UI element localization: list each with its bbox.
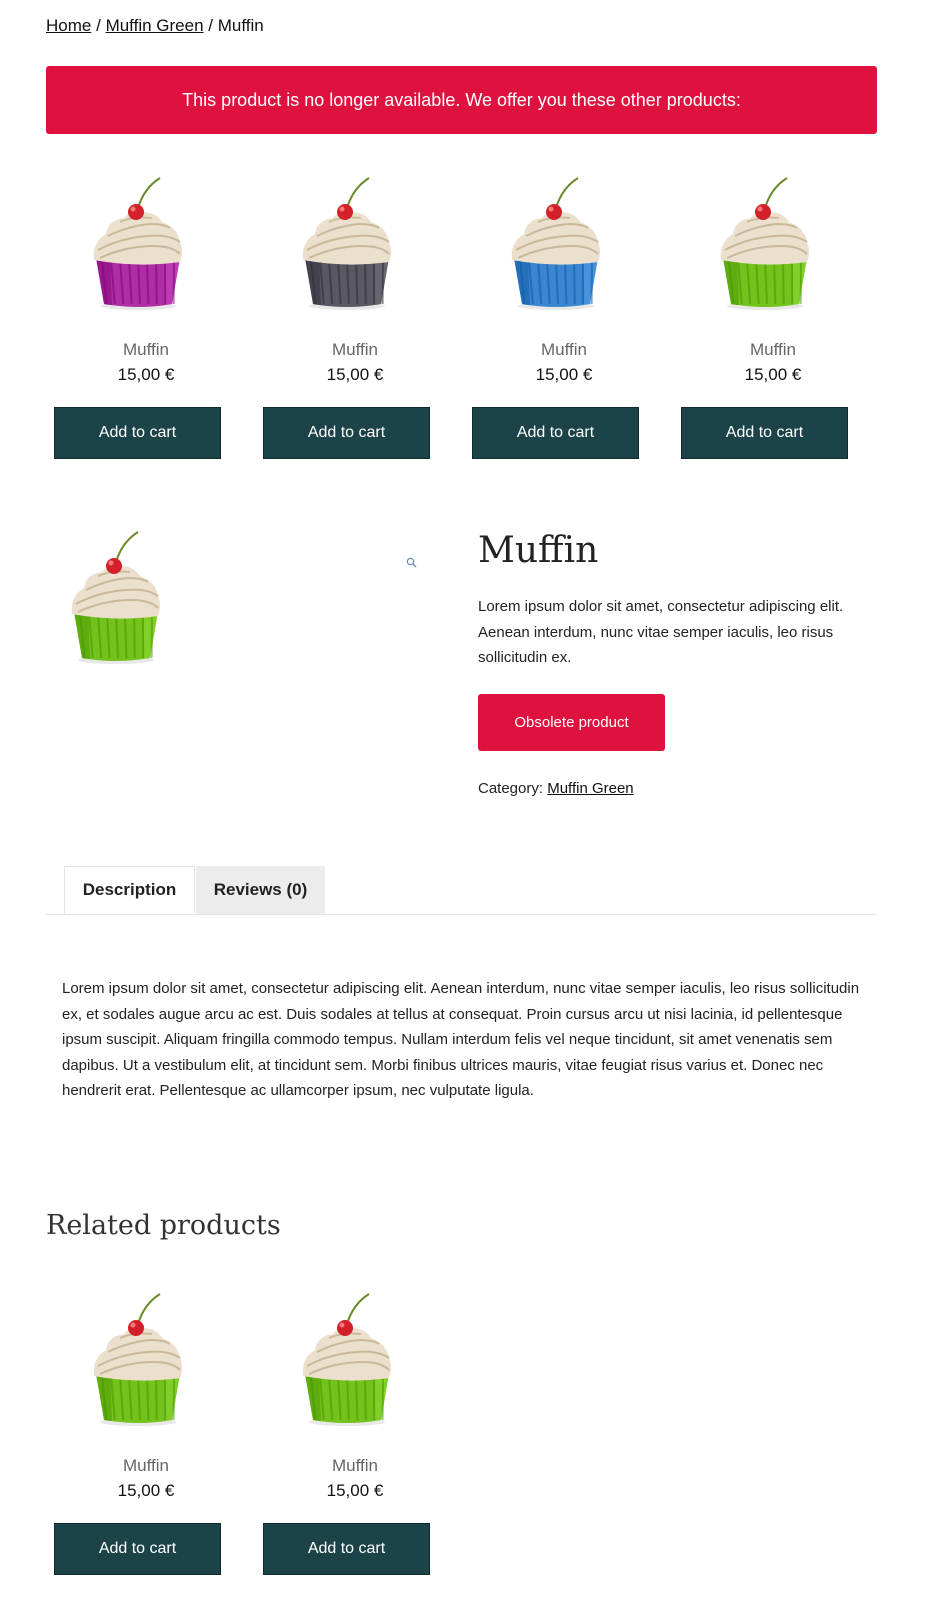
product-price: 15,00 € <box>326 1481 384 1500</box>
product-name[interactable]: Muffin <box>255 340 455 360</box>
add-to-cart-button[interactable]: Add to cart <box>54 1523 221 1575</box>
breadcrumb-separator: / <box>96 16 101 35</box>
muffin-purple-icon[interactable] <box>90 176 186 316</box>
add-to-cart-button[interactable]: Add to cart <box>263 1523 430 1575</box>
product-long-description: Lorem ipsum dolor sit amet, consectetur … <box>62 980 860 1099</box>
tabs-divider <box>46 914 877 915</box>
muffin-green-icon[interactable] <box>90 1292 186 1432</box>
product-category: Category: Muffin Green <box>478 780 634 797</box>
category-link[interactable]: Muffin Green <box>547 780 633 797</box>
product-name[interactable]: Muffin <box>464 340 664 360</box>
add-to-cart-button[interactable]: Add to cart <box>472 407 639 459</box>
muffin-green-icon[interactable] <box>299 1292 395 1432</box>
product-short-description: Lorem ipsum dolor sit amet, consectetur … <box>478 598 844 666</box>
breadcrumb-current: Muffin <box>217 16 264 35</box>
product-title: Muffin <box>478 530 599 571</box>
add-to-cart-button[interactable]: Add to cart <box>54 407 221 459</box>
muffin-green-icon[interactable] <box>717 176 813 316</box>
breadcrumb-category-link[interactable]: Muffin Green <box>106 16 204 35</box>
product-name[interactable]: Muffin <box>46 340 246 360</box>
category-label: Category: <box>478 780 544 797</box>
related-products-heading: Related products <box>46 1210 281 1241</box>
breadcrumb-home-link[interactable]: Home <box>46 16 91 35</box>
magnifier-icon[interactable] <box>406 557 417 568</box>
product-price: 15,00 € <box>535 365 593 384</box>
breadcrumb: Home / Muffin Green / Muffin <box>46 16 264 36</box>
add-to-cart-button[interactable]: Add to cart <box>681 407 848 459</box>
product-price: 15,00 € <box>117 1481 175 1500</box>
tab-reviews[interactable]: Reviews (0) <box>196 866 325 914</box>
product-price: 15,00 € <box>744 365 802 384</box>
unavailable-notice: This product is no longer available. We … <box>46 66 877 134</box>
tab-description[interactable]: Description <box>64 866 195 914</box>
product-name[interactable]: Muffin <box>673 340 873 360</box>
breadcrumb-separator: / <box>208 16 213 35</box>
product-price: 15,00 € <box>117 365 175 384</box>
add-to-cart-button[interactable]: Add to cart <box>263 407 430 459</box>
product-price: 15,00 € <box>326 365 384 384</box>
product-name[interactable]: Muffin <box>255 1456 455 1476</box>
notice-text: This product is no longer available. We … <box>182 89 741 110</box>
product-name[interactable]: Muffin <box>46 1456 246 1476</box>
muffin-blue-icon[interactable] <box>508 176 604 316</box>
product-image-muffin-green[interactable] <box>66 530 166 670</box>
muffin-gray-icon[interactable] <box>299 176 395 316</box>
obsolete-product-button[interactable]: Obsolete product <box>478 694 665 751</box>
